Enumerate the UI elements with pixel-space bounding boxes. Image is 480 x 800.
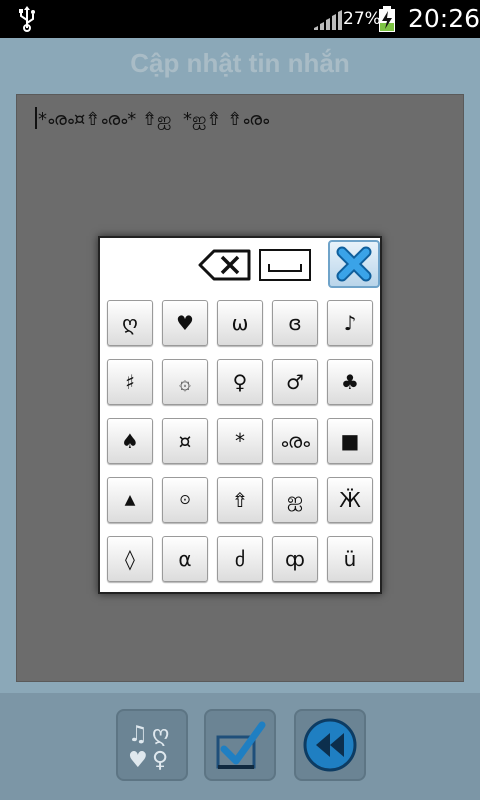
- symbol-key[interactable]: ஐ: [272, 477, 318, 523]
- symbol-key[interactable]: ღ: [107, 300, 153, 346]
- symbol-key[interactable]: ■: [327, 418, 373, 464]
- back-button[interactable]: [294, 709, 366, 781]
- battery-charging-icon: [379, 6, 395, 32]
- backspace-button[interactable]: [198, 248, 252, 282]
- space-icon: [259, 249, 311, 281]
- space-button[interactable]: [258, 248, 312, 282]
- status-bar: 27% 20:26: [0, 0, 480, 38]
- bottom-toolbar: ♫ ღ ♥ ♀: [0, 693, 480, 800]
- symbol-key[interactable]: ◊: [107, 536, 153, 582]
- close-icon: [336, 246, 372, 282]
- checkmark-icon: [216, 721, 266, 769]
- page-title: Cập nhật tin nhắn: [130, 48, 350, 78]
- symbol-key[interactable]: ⊙: [162, 477, 208, 523]
- confirm-button[interactable]: [204, 709, 276, 781]
- text-caret: [35, 107, 37, 129]
- symbol-key[interactable]: ♂: [272, 359, 318, 405]
- editor-text-line: *ൟ¤⇮ൟ* ⇮ஐ *ஐ⇮ ⇮ൟ: [35, 107, 269, 132]
- svg-text:♥: ♥: [128, 748, 148, 773]
- symbol-key[interactable]: ൟ: [272, 418, 318, 464]
- battery-percent: 27%: [343, 9, 381, 29]
- svg-text:ღ: ღ: [152, 722, 169, 747]
- symbol-key[interactable]: ♥: [162, 300, 208, 346]
- symbol-key[interactable]: *: [217, 418, 263, 464]
- close-dialog-button[interactable]: [328, 240, 380, 288]
- symbol-picker-dialog: ღ ♥ ω ɞ ♪ ♯ ۞ ♀ ♂ ♣ ♠ ¤ * ൟ ■ ▲ ⊙ ⇮ ஐ Ӝ …: [98, 236, 382, 594]
- usb-icon: [19, 6, 35, 32]
- symbol-key[interactable]: ♯: [107, 359, 153, 405]
- symbol-key[interactable]: ♀: [217, 359, 263, 405]
- rewind-icon: [303, 718, 357, 772]
- symbol-key[interactable]: ɞ: [272, 300, 318, 346]
- dialog-toolbar: [100, 238, 380, 296]
- symbol-key[interactable]: ü: [327, 536, 373, 582]
- svg-text:♀: ♀: [152, 748, 168, 773]
- symbol-key[interactable]: ȹ: [272, 536, 318, 582]
- symbol-key[interactable]: Ӝ: [327, 477, 373, 523]
- symbol-key[interactable]: ▲: [107, 477, 153, 523]
- editor-text: *ൟ¤⇮ൟ* ⇮ஐ *ஐ⇮ ⇮ൟ: [38, 109, 270, 130]
- symbol-key[interactable]: ♣: [327, 359, 373, 405]
- symbol-key[interactable]: ♠: [107, 418, 153, 464]
- clock: 20:26: [408, 4, 480, 33]
- symbols-icon: ♫ ღ ♥ ♀: [128, 722, 169, 773]
- symbols-button[interactable]: ♫ ღ ♥ ♀: [116, 709, 188, 781]
- symbol-key[interactable]: ♪: [327, 300, 373, 346]
- symbol-key[interactable]: ⇮: [217, 477, 263, 523]
- symbol-key[interactable]: ω: [217, 300, 263, 346]
- symbol-key[interactable]: ძ: [217, 536, 263, 582]
- svg-text:♫: ♫: [128, 722, 148, 747]
- symbol-key[interactable]: ۞: [162, 359, 208, 405]
- backspace-icon: [198, 249, 251, 281]
- signal-icon: [314, 10, 342, 30]
- symbol-key[interactable]: ¤: [162, 418, 208, 464]
- symbol-key[interactable]: α: [162, 536, 208, 582]
